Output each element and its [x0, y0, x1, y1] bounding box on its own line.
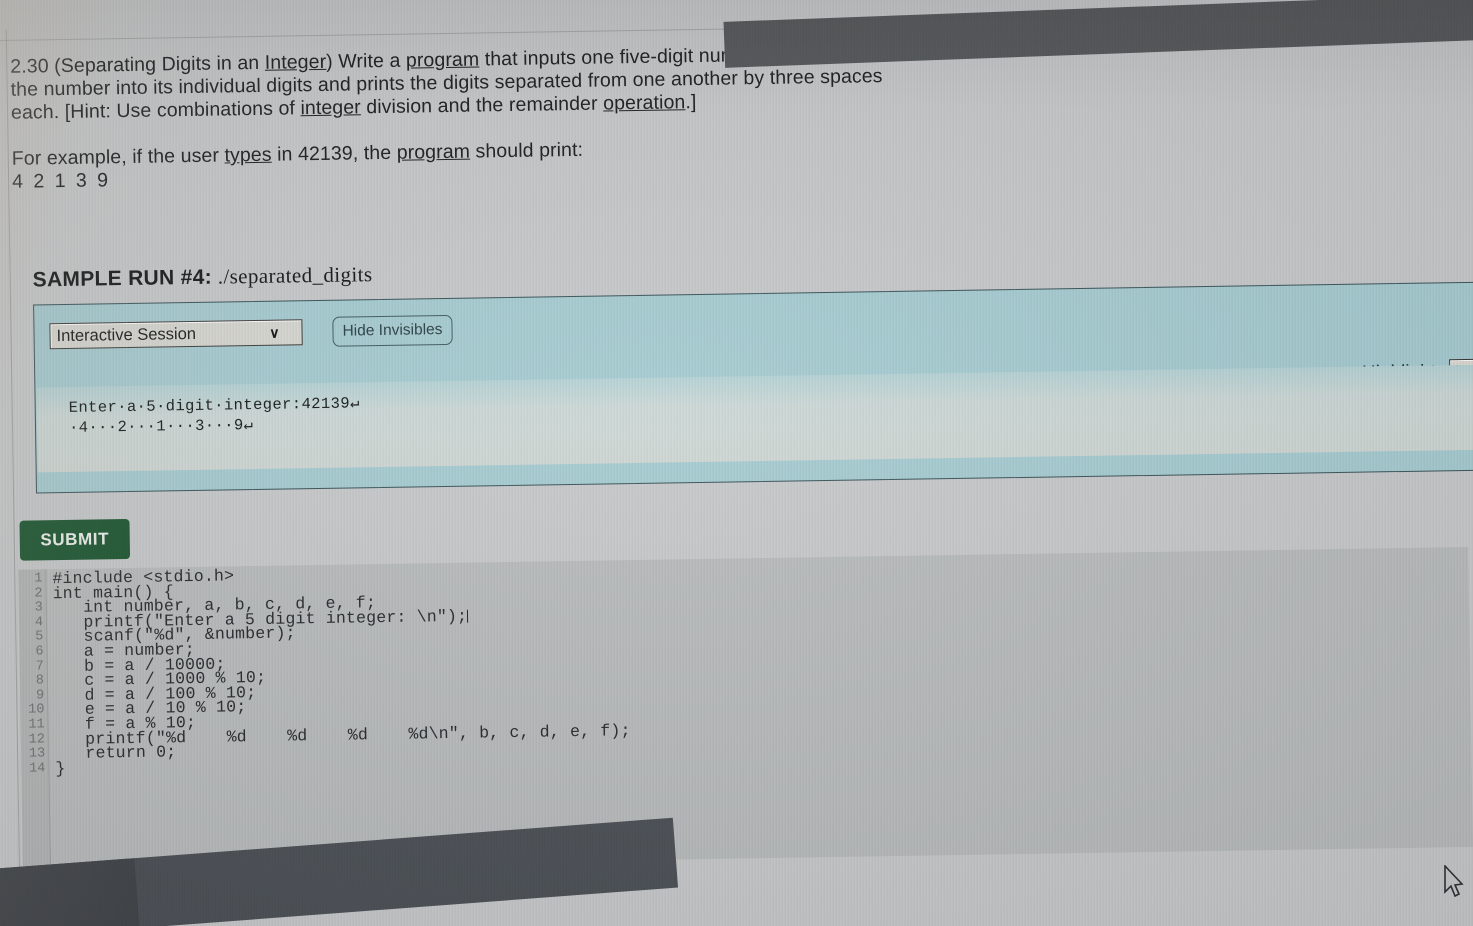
- problem-text-1d: that inputs one five-digit number,: [479, 43, 771, 71]
- problem-link-operation[interactable]: operation: [603, 91, 686, 114]
- example-text-c: in 42139, the: [271, 141, 397, 166]
- session-mode-select[interactable]: Interactive Session ∨: [49, 319, 303, 350]
- mouse-pointer-icon: [1443, 863, 1465, 904]
- problem-link-types[interactable]: types: [224, 144, 271, 167]
- hide-invisibles-button[interactable]: Hide Invisibles: [332, 314, 453, 347]
- top-divider: [0, 16, 1469, 42]
- text-caret: [467, 609, 469, 623]
- example-text-a: For example, if the user: [11, 144, 225, 170]
- problem-link-integer-2[interactable]: integer: [300, 96, 361, 119]
- line-number: 11: [28, 717, 45, 733]
- hide-invisibles-label: Hide Invisibles: [342, 321, 443, 340]
- problem-link-program-2[interactable]: program: [397, 141, 471, 164]
- problem-link-integer[interactable]: Integer: [265, 51, 327, 74]
- sample-run-command: ./separated_digits: [217, 262, 373, 289]
- interactive-session-panel: Interactive Session ∨ Hide Invisibles Hi…: [33, 281, 1473, 494]
- monitor-photo-screen: 2.30 (Separating Digits in an Integer) W…: [0, 0, 1473, 926]
- problem-text-3c: division and the: [360, 94, 504, 119]
- line-number: 6: [35, 644, 44, 660]
- problem-text-1a: 2.30 (Separating Digits in an: [10, 51, 265, 78]
- browser-page-content: 2.30 (Separating Digits in an Integer) W…: [0, 0, 1473, 926]
- panel-toolbar: Interactive Session ∨ Hide Invisibles: [49, 314, 453, 351]
- submit-button-label: SUBMIT: [40, 529, 110, 550]
- console-output: Enter·a·5·digit·integer:42139↵ ·4···2···…: [36, 364, 1473, 473]
- sample-run-heading: SAMPLE RUN #4: ./separated_digits: [32, 262, 373, 292]
- editor-code-area[interactable]: #include <stdio.h> int main() { int numb…: [46, 547, 1473, 869]
- line-number: 13: [28, 746, 46, 762]
- line-number: 8: [35, 673, 45, 689]
- example-text-e: should print:: [469, 138, 584, 163]
- code-editor[interactable]: 1 2 3 4 5 6 7 8 9 10 11 12 13 14 #includ…: [18, 546, 1473, 870]
- chevron-down-icon: ∨: [269, 324, 280, 341]
- problem-paragraph-1: 2.30 (Separating Digits in an Integer) W…: [10, 42, 891, 125]
- problem-link-program-1[interactable]: program: [406, 48, 480, 71]
- line-number: 3: [34, 600, 43, 616]
- line-number: 14: [29, 761, 46, 777]
- sample-run-label: SAMPLE RUN #4:: [32, 265, 213, 292]
- problem-statement: 2.30 (Separating Digits in an Integer) W…: [10, 42, 892, 194]
- problem-text-4c: .]: [685, 91, 697, 114]
- session-mode-value: Interactive Session: [56, 324, 197, 345]
- submit-button[interactable]: SUBMIT: [19, 518, 131, 561]
- problem-text-4a: remainder: [508, 92, 604, 116]
- problem-text-1b: ) Write a: [326, 49, 407, 73]
- line-number: 1: [34, 571, 43, 587]
